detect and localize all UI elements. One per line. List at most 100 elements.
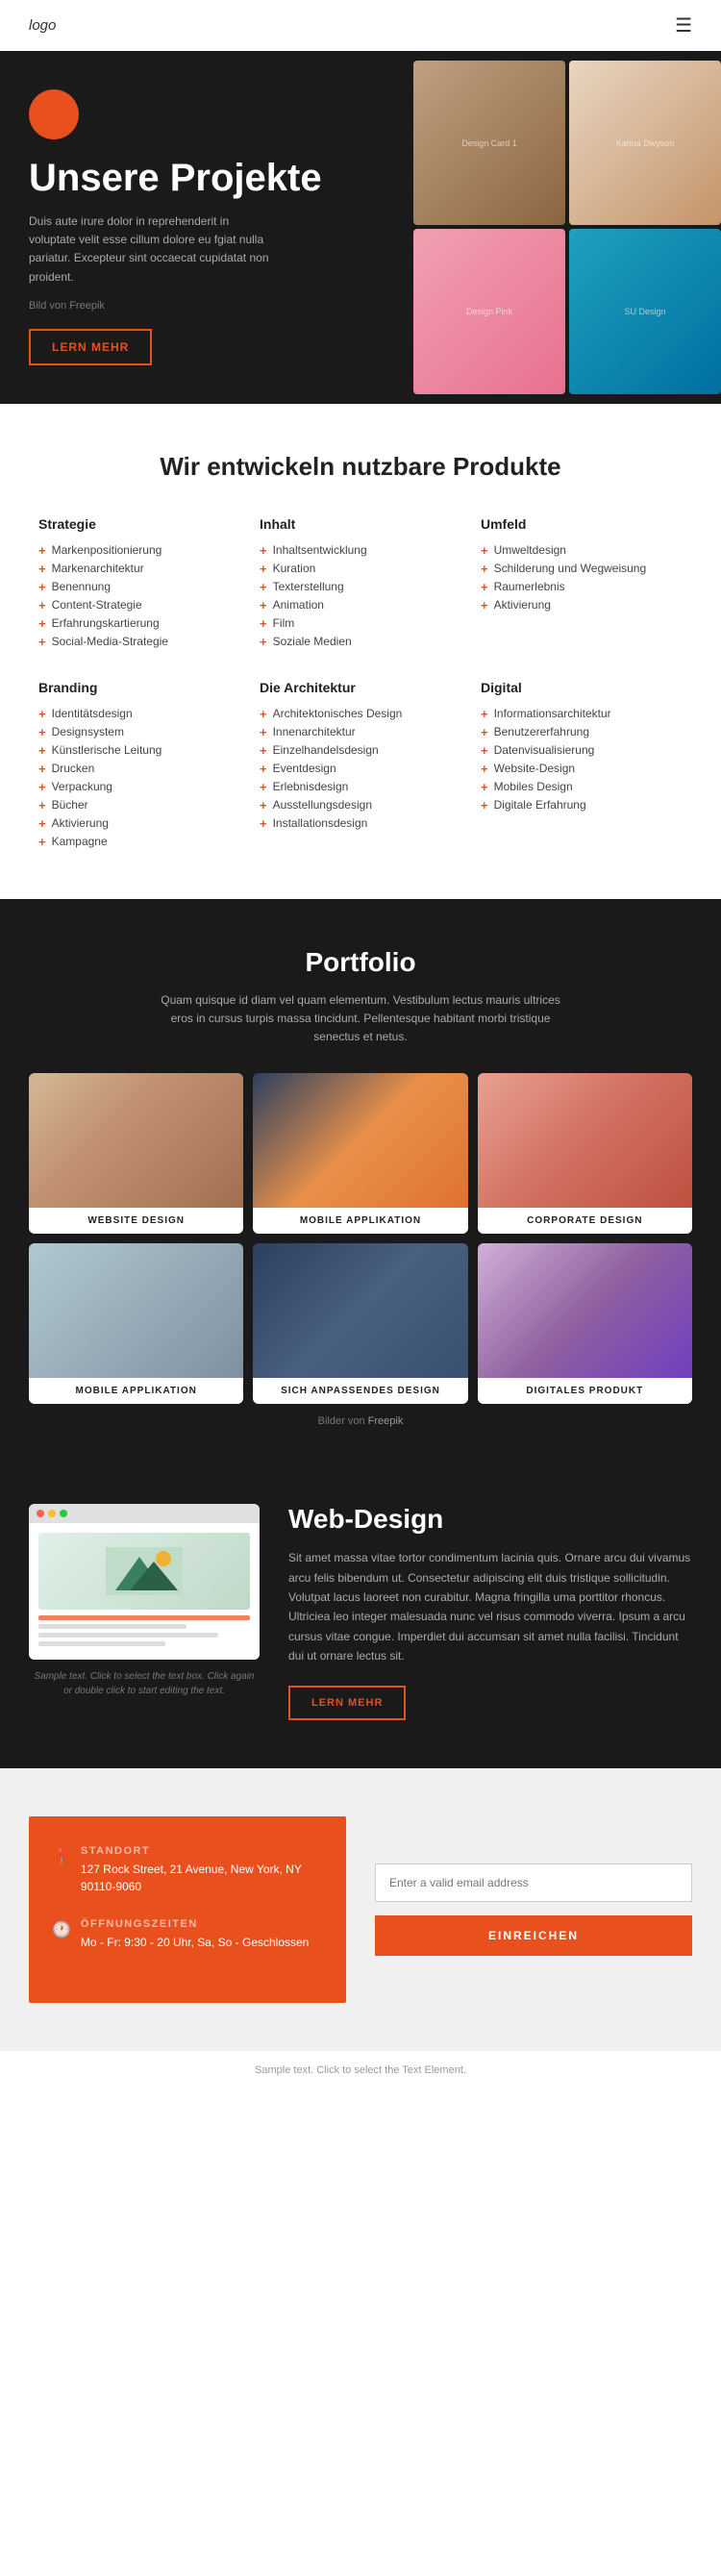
service-item-0-0: Markenpositionierung	[38, 541, 240, 560]
hero-description: Duis aute irure dolor in reprehenderit i…	[29, 213, 279, 287]
portfolio-credit-link[interactable]: Freepik	[368, 1415, 404, 1427]
browser-line-2	[38, 1624, 186, 1629]
hamburger-menu-icon[interactable]: ☰	[675, 13, 692, 38]
browser-line-4	[38, 1641, 165, 1646]
hero-credit-link[interactable]: Freepik	[69, 300, 105, 312]
portfolio-label-5: DIGITALES PRODUKT	[478, 1378, 692, 1404]
contact-location-value: 127 Rock Street, 21 Avenue, New York, NY…	[81, 1861, 323, 1895]
portfolio-item-2[interactable]: CORPORATE DESIGN	[478, 1073, 692, 1234]
portfolio-label-0: WEBSITE DESIGN	[29, 1208, 243, 1234]
location-icon: 📍	[52, 1847, 71, 1866]
portfolio-item-1[interactable]: MOBILE APPLIKATION	[253, 1073, 467, 1234]
webdesign-inner: Sample text. Click to select the text bo…	[29, 1504, 692, 1719]
service-item-1-0: Inhaltsentwicklung	[260, 541, 461, 560]
service-heading-2: Umfeld	[481, 516, 683, 532]
service-col-4: Die ArchitekturArchitektonisches DesignI…	[260, 680, 461, 851]
service-heading-1: Inhalt	[260, 516, 461, 532]
contact-submit-button[interactable]: EINREICHEN	[375, 1915, 692, 1956]
portfolio-credit: Bilder von Freepik	[29, 1415, 692, 1427]
hero-title: Unsere Projekte	[29, 157, 394, 199]
service-item-5-4: Mobiles Design	[481, 778, 683, 796]
hero-image-3: Design Pink	[413, 229, 565, 393]
webdesign-preview: Sample text. Click to select the text bo…	[29, 1504, 260, 1698]
portfolio-label-4: SICH ANPASSENDES DESIGN	[253, 1378, 467, 1404]
hero-content: Unsere Projekte Duis aute irure dolor in…	[29, 89, 394, 365]
hero-image-label-2: Karina Dwyson	[610, 133, 681, 154]
hero-credit-prefix: Bild von	[29, 300, 66, 312]
services-grid: Strategie MarkenpositionierungMarkenarchi…	[38, 516, 683, 851]
service-item-1-5: Soziale Medien	[260, 633, 461, 651]
service-heading-0: Strategie	[38, 516, 240, 532]
browser-line-3	[38, 1633, 218, 1638]
service-item-3-6: Aktivierung	[38, 814, 240, 833]
footer: Sample text. Click to select the Text El…	[0, 2051, 721, 2089]
service-item-0-4: Erfahrungskartierung	[38, 614, 240, 633]
navbar: logo ☰	[0, 0, 721, 51]
service-item-2-3: Aktivierung	[481, 596, 683, 614]
portfolio-item-4[interactable]: SICH ANPASSENDES DESIGN	[253, 1243, 467, 1404]
portfolio-item-3[interactable]: MOBILE APPLIKATION	[29, 1243, 243, 1404]
browser-line-1	[38, 1615, 250, 1620]
webdesign-content: Web-Design Sit amet massa vitae tortor c…	[288, 1504, 692, 1719]
webdesign-section: Sample text. Click to select the text bo…	[0, 1456, 721, 1767]
browser-bar	[29, 1504, 260, 1523]
service-item-5-3: Website-Design	[481, 760, 683, 778]
service-item-0-1: Markenarchitektur	[38, 560, 240, 578]
portfolio-item-0[interactable]: WEBSITE DESIGN	[29, 1073, 243, 1234]
service-item-4-2: Einzelhandelsdesign	[260, 741, 461, 760]
service-item-3-7: Kampagne	[38, 833, 240, 851]
contact-hours-block: 🕐 ÖFFNUNGSZEITEN Mo - Fr: 9:30 - 20 Uhr,…	[52, 1918, 323, 1951]
contact-location-details: STANDORT 127 Rock Street, 21 Avenue, New…	[81, 1845, 323, 1895]
service-item-4-5: Ausstellungsdesign	[260, 796, 461, 814]
service-item-2-0: Umweltdesign	[481, 541, 683, 560]
logo: logo	[29, 17, 56, 34]
service-col-2: UmfeldUmweltdesignSchilderung und Wegwei…	[481, 516, 683, 651]
portfolio-section: Portfolio Quam quisque id diam vel quam …	[0, 899, 721, 1457]
contact-email-input[interactable]	[375, 1863, 692, 1902]
service-heading-5: Digital	[481, 680, 683, 695]
webdesign-title: Web-Design	[288, 1504, 692, 1535]
webdesign-learn-more-button[interactable]: LERN MEHR	[288, 1686, 406, 1720]
hero-image-4: SU Design	[569, 229, 721, 393]
service-item-3-4: Verpackung	[38, 778, 240, 796]
mountain-illustration	[106, 1547, 183, 1595]
browser-dot-green	[60, 1510, 67, 1517]
service-item-3-3: Drucken	[38, 760, 240, 778]
service-item-1-1: Kuration	[260, 560, 461, 578]
hero-image-1: Design Card 1	[413, 61, 565, 225]
service-item-5-1: Benutzererfahrung	[481, 723, 683, 741]
contact-hours-details: ÖFFNUNGSZEITEN Mo - Fr: 9:30 - 20 Uhr, S…	[81, 1918, 309, 1951]
services-title: Wir entwickeln nutzbare Produkte	[38, 452, 683, 482]
browser-dot-red	[37, 1510, 44, 1517]
contact-hours-label: ÖFFNUNGSZEITEN	[81, 1918, 309, 1930]
service-item-5-5: Digitale Erfahrung	[481, 796, 683, 814]
contact-inner: 📍 STANDORT 127 Rock Street, 21 Avenue, N…	[29, 1816, 692, 2003]
portfolio-label-2: CORPORATE DESIGN	[478, 1208, 692, 1234]
service-heading-4: Die Architektur	[260, 680, 461, 695]
contact-info-card: 📍 STANDORT 127 Rock Street, 21 Avenue, N…	[29, 1816, 346, 2003]
browser-dot-yellow	[48, 1510, 56, 1517]
hero-learn-more-button[interactable]: LERN MEHR	[29, 329, 152, 365]
service-col-0: Strategie MarkenpositionierungMarkenarchi…	[38, 516, 240, 651]
hero-section: Unsere Projekte Duis aute irure dolor in…	[0, 51, 721, 404]
portfolio-label-3: MOBILE APPLIKATION	[29, 1378, 243, 1404]
service-item-3-5: Bücher	[38, 796, 240, 814]
webdesign-text: Sit amet massa vitae tortor condimentum …	[288, 1548, 692, 1665]
hero-circle-decoration	[29, 89, 79, 139]
service-item-0-3: Content-Strategie	[38, 596, 240, 614]
services-section: Wir entwickeln nutzbare Produkte Strateg…	[0, 404, 721, 899]
service-item-3-1: Designsystem	[38, 723, 240, 741]
service-col-3: BrandingIdentitätsdesignDesignsystemKüns…	[38, 680, 240, 851]
contact-form: EINREICHEN	[375, 1816, 692, 2003]
service-item-4-4: Erlebnisdesign	[260, 778, 461, 796]
service-item-2-2: Raumerlebnis	[481, 578, 683, 596]
hero-image-label-1: Design Card 1	[456, 133, 523, 154]
portfolio-item-5[interactable]: DIGITALES PRODUKT	[478, 1243, 692, 1404]
service-col-5: DigitalInformationsarchitekturBenutzerer…	[481, 680, 683, 851]
contact-section: 📍 STANDORT 127 Rock Street, 21 Avenue, N…	[0, 1768, 721, 2051]
portfolio-description: Quam quisque id diam vel quam elementum.…	[149, 991, 572, 1047]
hero-image-label-4: SU Design	[618, 301, 671, 322]
footer-sample-text: Sample text. Click to select the Text El…	[255, 2064, 466, 2076]
contact-location-label: STANDORT	[81, 1845, 323, 1857]
service-col-1: InhaltInhaltsentwicklungKurationTexterst…	[260, 516, 461, 651]
